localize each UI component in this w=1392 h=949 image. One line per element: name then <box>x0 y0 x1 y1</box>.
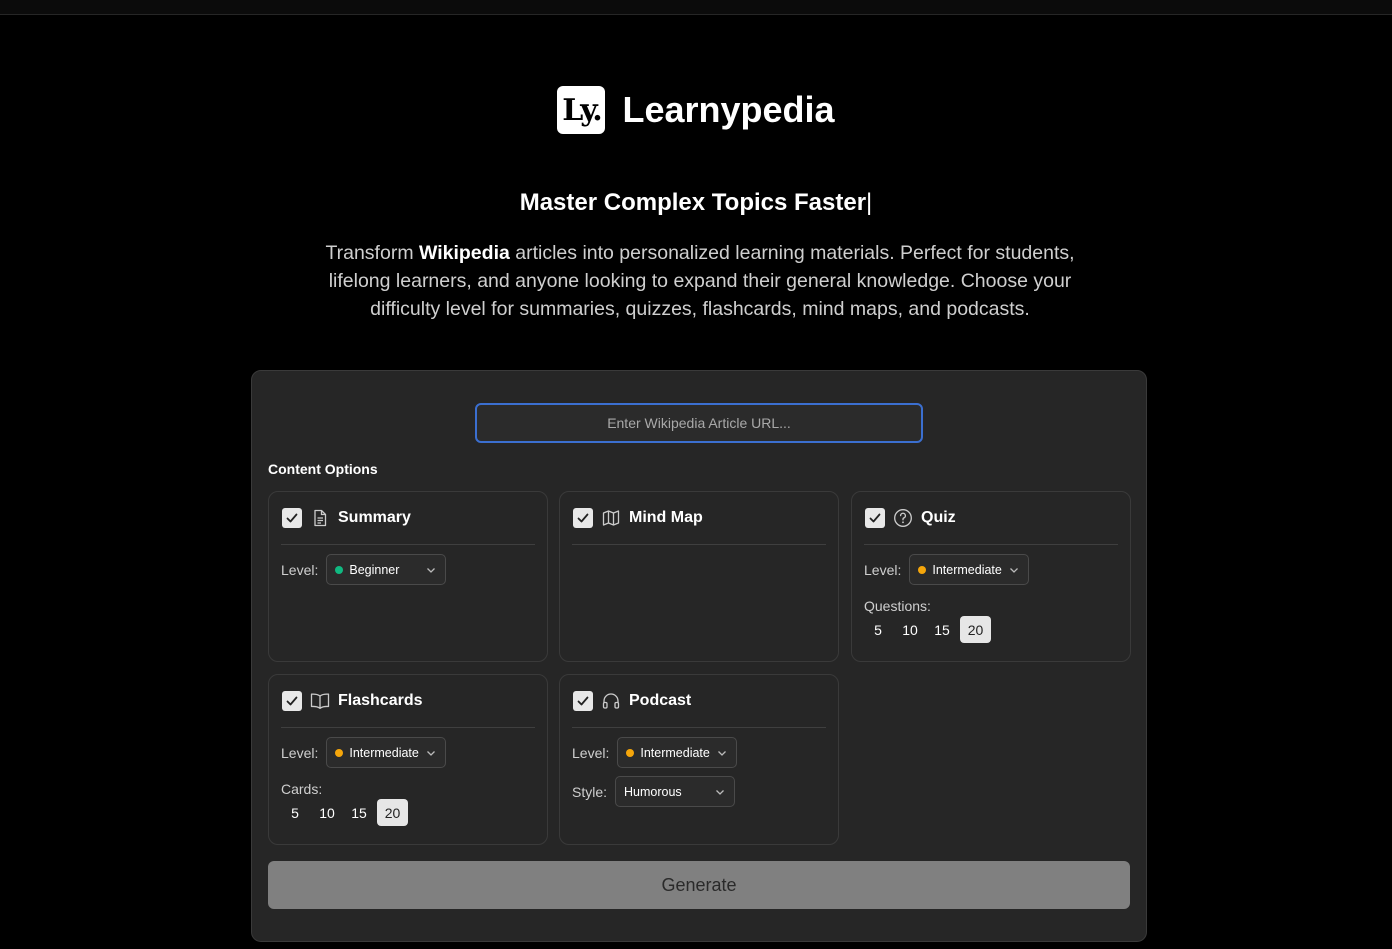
intermediate-dot <box>335 748 344 757</box>
logo: Ly. <box>557 86 606 134</box>
flashcards-level-select[interactable]: Intermediate <box>326 737 447 768</box>
quiz-title: Quiz <box>921 509 956 526</box>
quiz-count-option[interactable]: 10 <box>896 616 924 643</box>
url-input[interactable] <box>475 403 923 443</box>
options-panel: Content Options Summary Level: Beginner <box>251 370 1147 942</box>
quiz-count-option[interactable]: 15 <box>928 616 956 643</box>
flashcards-cards-label: Cards: <box>281 781 323 797</box>
podcast-checkbox[interactable] <box>573 691 593 711</box>
check-icon <box>577 513 589 523</box>
flashcards-level-label: Level: <box>281 744 319 761</box>
quiz-checkbox[interactable] <box>865 508 885 528</box>
quiz-level-select[interactable]: Intermediate <box>909 554 1030 585</box>
headphones-icon <box>601 691 621 711</box>
podcast-title: Podcast <box>629 692 692 709</box>
chevron-down-icon <box>716 789 724 795</box>
chevron-down-icon <box>427 567 436 573</box>
open-book-icon <box>310 691 330 711</box>
chevron-down-icon <box>718 750 727 756</box>
quiz-count-option[interactable]: 5 <box>864 616 892 643</box>
card-podcast: Podcast Level: Intermediate Style: Humor… <box>559 674 839 845</box>
flashcards-title: Flashcards <box>338 692 423 709</box>
mindmap-title: Mind Map <box>629 509 703 526</box>
chevron-down-icon <box>427 750 436 756</box>
top-bar <box>0 0 1392 15</box>
card-mindmap: Mind Map <box>559 491 839 662</box>
quiz-question-count: 5 10 15 20 <box>864 616 1118 643</box>
summary-level-label: Level: <box>281 561 319 578</box>
document-icon <box>310 508 330 528</box>
check-icon <box>869 513 881 523</box>
podcast-style-label: Style: <box>572 783 608 800</box>
beginner-dot <box>335 565 344 574</box>
intro-text: Transform Wikipedia articles into person… <box>325 242 1075 320</box>
summary-title: Summary <box>338 509 411 526</box>
mindmap-checkbox[interactable] <box>573 508 593 528</box>
brand-name: Learnypedia <box>622 89 835 130</box>
card-flashcards: Flashcards Level: Intermediate Cards: 5 … <box>268 674 548 845</box>
flashcards-count-option[interactable]: 5 <box>281 799 309 826</box>
check-icon <box>577 696 589 706</box>
flashcards-checkbox[interactable] <box>282 691 302 711</box>
chevron-down-icon <box>1010 567 1019 573</box>
question-circle-icon <box>893 508 913 528</box>
flashcards-count-option[interactable]: 10 <box>313 799 341 826</box>
map-icon <box>601 508 621 528</box>
typing-caret: | <box>866 189 873 216</box>
quiz-level-label: Level: <box>864 561 902 578</box>
quiz-count-option-selected[interactable]: 20 <box>960 616 991 643</box>
intermediate-dot <box>626 748 635 757</box>
intermediate-dot <box>918 565 927 574</box>
brand-header: Ly. Learnypedia <box>0 86 1392 134</box>
podcast-style-select[interactable]: Humorous <box>615 776 736 807</box>
summary-level-select[interactable]: Beginner <box>326 554 447 585</box>
content-options-label: Content Options <box>268 461 378 477</box>
podcast-level-label: Level: <box>572 744 610 761</box>
card-summary: Summary Level: Beginner <box>268 491 548 662</box>
quiz-questions-label: Questions: <box>864 598 931 614</box>
check-icon <box>286 513 298 523</box>
flashcards-card-count: 5 10 15 20 <box>281 799 535 826</box>
podcast-level-select[interactable]: Intermediate <box>617 737 738 768</box>
flashcards-count-option-selected[interactable]: 20 <box>377 799 408 826</box>
flashcards-count-option[interactable]: 15 <box>345 799 373 826</box>
card-quiz: Quiz Level: Intermediate Questions: 5 10… <box>851 491 1131 662</box>
tagline: Master Complex Topics Faster| <box>519 189 873 216</box>
generate-button[interactable]: Generate <box>268 861 1130 909</box>
intro-bold: Wikipedia <box>418 242 510 264</box>
summary-checkbox[interactable] <box>282 508 302 528</box>
check-icon <box>286 696 298 706</box>
